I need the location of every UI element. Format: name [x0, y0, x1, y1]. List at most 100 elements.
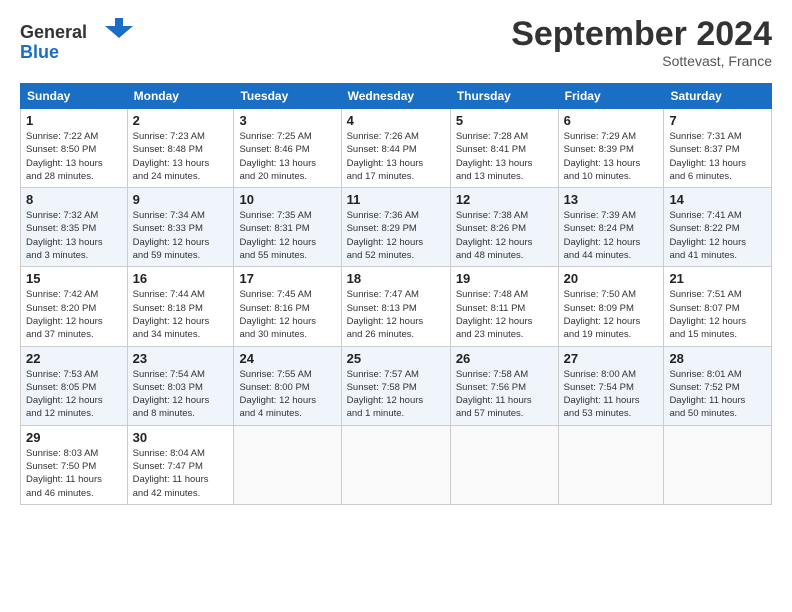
- week-row-4: 29Sunrise: 8:03 AM Sunset: 7:50 PM Dayli…: [21, 425, 772, 504]
- day-info: Sunrise: 7:55 AM Sunset: 8:00 PM Dayligh…: [239, 368, 335, 421]
- day-number: 24: [239, 351, 335, 366]
- day-number: 7: [669, 113, 766, 128]
- calendar-cell: 12 Sunrise: 7:38 AM Sunset: 8:26 PM Dayli…: [450, 188, 558, 267]
- day-info: Sunrise: 7:48 AM Sunset: 8:11 PM Dayligh…: [456, 288, 553, 341]
- col-tuesday: Tuesday: [234, 84, 341, 109]
- day-info: Sunrise: 7:45 AM Sunset: 8:16 PM Dayligh…: [239, 288, 335, 341]
- day-info: Sunrise: 7:53 AM Sunset: 8:05 PM Dayligh…: [26, 368, 122, 421]
- day-number: 26: [456, 351, 553, 366]
- col-wednesday: Wednesday: [341, 84, 450, 109]
- day-number: 28: [669, 351, 766, 366]
- day-number: 23: [133, 351, 229, 366]
- calendar-cell: 15Sunrise: 7:42 AM Sunset: 8:20 PM Dayli…: [21, 267, 128, 346]
- day-number: 6: [564, 113, 659, 128]
- calendar-cell: 29Sunrise: 8:03 AM Sunset: 7:50 PM Dayli…: [21, 425, 128, 504]
- calendar-cell: 26 Sunrise: 7:58 AM Sunset: 7:56 PM Dayli…: [450, 346, 558, 425]
- logo: General Blue: [20, 16, 150, 73]
- calendar-cell: 7 Sunrise: 7:31 AM Sunset: 8:37 PM Daylig…: [664, 109, 772, 188]
- day-info: Sunrise: 7:38 AM Sunset: 8:26 PM Dayligh…: [456, 209, 553, 262]
- day-number: 18: [347, 271, 445, 286]
- day-number: 22: [26, 351, 122, 366]
- day-info: Sunrise: 7:41 AM Sunset: 8:22 PM Dayligh…: [669, 209, 766, 262]
- calendar-cell: 22 Sunrise: 7:53 AM Sunset: 8:05 PM Dayli…: [21, 346, 128, 425]
- calendar-cell: 13 Sunrise: 7:39 AM Sunset: 8:24 PM Dayli…: [558, 188, 664, 267]
- calendar-cell: 1Sunrise: 7:22 AM Sunset: 8:50 PM Daylig…: [21, 109, 128, 188]
- calendar-cell: 4Sunrise: 7:26 AM Sunset: 8:44 PM Daylig…: [341, 109, 450, 188]
- calendar-cell: 8 Sunrise: 7:32 AM Sunset: 8:35 PM Daylig…: [21, 188, 128, 267]
- day-info: Sunrise: 7:42 AM Sunset: 8:20 PM Dayligh…: [26, 288, 122, 341]
- day-number: 19: [456, 271, 553, 286]
- day-info: Sunrise: 7:51 AM Sunset: 8:07 PM Dayligh…: [669, 288, 766, 341]
- day-info: Sunrise: 7:39 AM Sunset: 8:24 PM Dayligh…: [564, 209, 659, 262]
- day-info: Sunrise: 7:50 AM Sunset: 8:09 PM Dayligh…: [564, 288, 659, 341]
- month-title: September 2024: [511, 16, 772, 53]
- week-row-1: 8 Sunrise: 7:32 AM Sunset: 8:35 PM Daylig…: [21, 188, 772, 267]
- calendar-cell: 14Sunrise: 7:41 AM Sunset: 8:22 PM Dayli…: [664, 188, 772, 267]
- calendar-cell: 16Sunrise: 7:44 AM Sunset: 8:18 PM Dayli…: [127, 267, 234, 346]
- calendar-cell: 2Sunrise: 7:23 AM Sunset: 8:48 PM Daylig…: [127, 109, 234, 188]
- header: General Blue September 2024 Sottevast, F…: [20, 16, 772, 73]
- col-saturday: Saturday: [664, 84, 772, 109]
- calendar-cell: [664, 425, 772, 504]
- day-number: 25: [347, 351, 445, 366]
- calendar-table: Sunday Monday Tuesday Wednesday Thursday…: [20, 83, 772, 505]
- day-info: Sunrise: 7:34 AM Sunset: 8:33 PM Dayligh…: [133, 209, 229, 262]
- calendar-cell: 20 Sunrise: 7:50 AM Sunset: 8:09 PM Dayli…: [558, 267, 664, 346]
- col-sunday: Sunday: [21, 84, 128, 109]
- calendar-cell: [341, 425, 450, 504]
- col-friday: Friday: [558, 84, 664, 109]
- calendar-cell: 11 Sunrise: 7:36 AM Sunset: 8:29 PM Dayli…: [341, 188, 450, 267]
- svg-text:Blue: Blue: [20, 42, 59, 62]
- header-row: Sunday Monday Tuesday Wednesday Thursday…: [21, 84, 772, 109]
- calendar-cell: 30 Sunrise: 8:04 AM Sunset: 7:47 PM Dayli…: [127, 425, 234, 504]
- day-number: 5: [456, 113, 553, 128]
- calendar-cell: 17 Sunrise: 7:45 AM Sunset: 8:16 PM Dayli…: [234, 267, 341, 346]
- col-thursday: Thursday: [450, 84, 558, 109]
- day-info: Sunrise: 7:58 AM Sunset: 7:56 PM Dayligh…: [456, 368, 553, 421]
- day-info: Sunrise: 7:28 AM Sunset: 8:41 PM Dayligh…: [456, 130, 553, 183]
- title-block: September 2024 Sottevast, France: [511, 16, 772, 69]
- day-info: Sunrise: 7:25 AM Sunset: 8:46 PM Dayligh…: [239, 130, 335, 183]
- calendar-cell: 28 Sunrise: 8:01 AM Sunset: 7:52 PM Dayli…: [664, 346, 772, 425]
- calendar-cell: 3Sunrise: 7:25 AM Sunset: 8:46 PM Daylig…: [234, 109, 341, 188]
- day-info: Sunrise: 7:36 AM Sunset: 8:29 PM Dayligh…: [347, 209, 445, 262]
- day-info: Sunrise: 8:01 AM Sunset: 7:52 PM Dayligh…: [669, 368, 766, 421]
- day-number: 20: [564, 271, 659, 286]
- day-number: 10: [239, 192, 335, 207]
- day-info: Sunrise: 7:31 AM Sunset: 8:37 PM Dayligh…: [669, 130, 766, 183]
- day-info: Sunrise: 7:57 AM Sunset: 7:58 PM Dayligh…: [347, 368, 445, 421]
- calendar-cell: 6 Sunrise: 7:29 AM Sunset: 8:39 PM Daylig…: [558, 109, 664, 188]
- day-number: 27: [564, 351, 659, 366]
- day-number: 9: [133, 192, 229, 207]
- day-number: 8: [26, 192, 122, 207]
- day-number: 11: [347, 192, 445, 207]
- day-number: 1: [26, 113, 122, 128]
- day-number: 17: [239, 271, 335, 286]
- day-number: 30: [133, 430, 229, 445]
- day-number: 13: [564, 192, 659, 207]
- calendar-cell: 19 Sunrise: 7:48 AM Sunset: 8:11 PM Dayli…: [450, 267, 558, 346]
- calendar-cell: 25 Sunrise: 7:57 AM Sunset: 7:58 PM Dayli…: [341, 346, 450, 425]
- calendar-cell: 5 Sunrise: 7:28 AM Sunset: 8:41 PM Daylig…: [450, 109, 558, 188]
- week-row-3: 22 Sunrise: 7:53 AM Sunset: 8:05 PM Dayli…: [21, 346, 772, 425]
- day-number: 4: [347, 113, 445, 128]
- page: General Blue September 2024 Sottevast, F…: [0, 0, 792, 515]
- day-info: Sunrise: 7:29 AM Sunset: 8:39 PM Dayligh…: [564, 130, 659, 183]
- week-row-2: 15Sunrise: 7:42 AM Sunset: 8:20 PM Dayli…: [21, 267, 772, 346]
- calendar-cell: 9 Sunrise: 7:34 AM Sunset: 8:33 PM Daylig…: [127, 188, 234, 267]
- calendar-cell: [558, 425, 664, 504]
- day-info: Sunrise: 7:44 AM Sunset: 8:18 PM Dayligh…: [133, 288, 229, 341]
- day-info: Sunrise: 7:23 AM Sunset: 8:48 PM Dayligh…: [133, 130, 229, 183]
- day-number: 12: [456, 192, 553, 207]
- day-info: Sunrise: 8:04 AM Sunset: 7:47 PM Dayligh…: [133, 447, 229, 500]
- logo-svg: General Blue: [20, 16, 150, 68]
- day-info: Sunrise: 8:00 AM Sunset: 7:54 PM Dayligh…: [564, 368, 659, 421]
- day-info: Sunrise: 7:32 AM Sunset: 8:35 PM Dayligh…: [26, 209, 122, 262]
- calendar-cell: 27 Sunrise: 8:00 AM Sunset: 7:54 PM Dayli…: [558, 346, 664, 425]
- calendar-cell: 18Sunrise: 7:47 AM Sunset: 8:13 PM Dayli…: [341, 267, 450, 346]
- calendar-cell: [234, 425, 341, 504]
- day-info: Sunrise: 7:54 AM Sunset: 8:03 PM Dayligh…: [133, 368, 229, 421]
- calendar-cell: [450, 425, 558, 504]
- calendar-cell: 10Sunrise: 7:35 AM Sunset: 8:31 PM Dayli…: [234, 188, 341, 267]
- day-number: 21: [669, 271, 766, 286]
